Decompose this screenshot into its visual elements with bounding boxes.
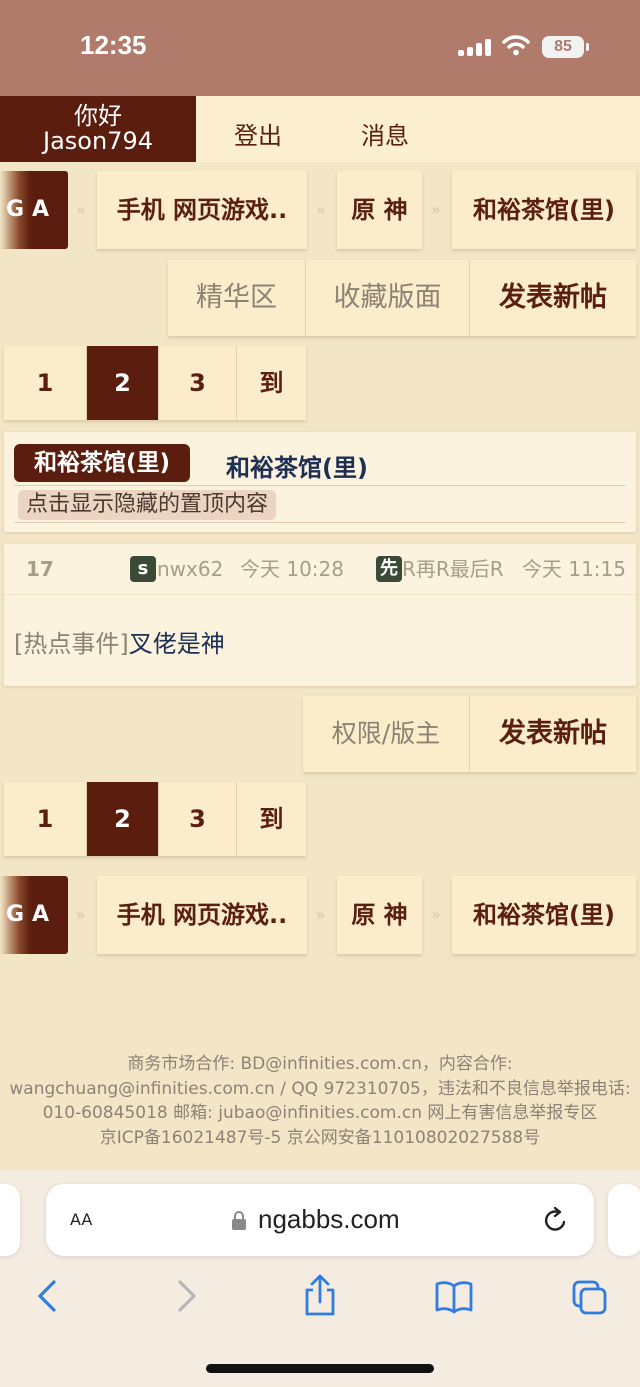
page-1-button[interactable]: 1 [4, 346, 86, 420]
page-2-button[interactable]: 2 [86, 782, 158, 856]
page-3-button[interactable]: 3 [158, 782, 236, 856]
url-domain: ngabbs.com [258, 1204, 400, 1234]
text-size-label: AA [70, 1210, 93, 1229]
breadcrumb-separator: » [316, 905, 326, 924]
topic-title-text: 叉佬是神 [128, 630, 225, 658]
forum-info-panel: 和裕茶馆(里) 和裕茶馆(里) 点击显示隐藏的置顶内容 [4, 432, 636, 532]
reply-count: 17 [26, 557, 54, 581]
pager: 1 2 3 到 [4, 346, 306, 420]
breadcrumb-bottom: GA » 手机 网页游戏.. » 原 神 » 和裕茶馆(里) [0, 876, 640, 954]
digest-button[interactable]: 精华区 [168, 260, 305, 336]
breadcrumb-item-forum[interactable]: 和裕茶馆(里) [452, 171, 636, 249]
breadcrumb-item-genshin[interactable]: 原 神 [337, 876, 422, 954]
site-logo[interactable]: GA [0, 876, 68, 954]
pager-bottom: 1 2 3 到 [4, 782, 306, 856]
last-reply-time: 今天 11:15 [522, 557, 626, 581]
breadcrumb-item-mobile-web-games[interactable]: 手机 网页游戏.. [97, 876, 307, 954]
favorite-forum-button[interactable]: 收藏版面 [305, 260, 469, 336]
permissions-moderators-button[interactable]: 权限/版主 [303, 696, 469, 772]
divider [4, 594, 636, 595]
username: Jason794 [43, 127, 153, 155]
wifi-icon [502, 35, 530, 56]
reload-icon[interactable] [542, 1206, 570, 1234]
address-bar[interactable]: AA ngabbs.com [46, 1184, 594, 1256]
breadcrumb-separator: » [431, 200, 441, 219]
lock-icon [232, 1211, 246, 1230]
messages-link[interactable]: 消息 [361, 116, 409, 151]
breadcrumb-separator: » [316, 200, 326, 219]
site-logo[interactable]: GA [0, 171, 68, 249]
footer-line: 商务市场合作: BD@infinities.com.cn，内容合作: [127, 1054, 513, 1074]
logout-link[interactable]: 登出 [234, 116, 282, 151]
status-time: 12:35 [80, 30, 147, 60]
page-3-button[interactable]: 3 [158, 346, 236, 420]
forum-name-link[interactable]: 和裕茶馆(里) [226, 448, 368, 483]
breadcrumb-item-mobile-web-games[interactable]: 手机 网页游戏.. [97, 171, 307, 249]
goto-page-button[interactable]: 到 [236, 782, 306, 856]
author-badge: s [130, 556, 156, 582]
browser-toolbar: AA ngabbs.com [0, 1170, 640, 1387]
topic-row[interactable]: 17 s nwx62 今天 10:28 先 R再R最后R 今天 11:15 [热… [4, 544, 636, 686]
user-menu[interactable]: 你好 Jason794 [0, 96, 196, 162]
page-1-button[interactable]: 1 [4, 782, 86, 856]
footer: 商务市场合作: BD@infinities.com.cn，内容合作: wangc… [0, 1052, 640, 1150]
forward-icon[interactable] [166, 1274, 206, 1318]
breadcrumb-item-genshin[interactable]: 原 神 [337, 171, 422, 249]
breadcrumb-item-forum[interactable]: 和裕茶馆(里) [452, 876, 636, 954]
top-nav: 你好 Jason794 登出 消息 [0, 96, 640, 162]
post-time: 今天 10:28 [240, 557, 344, 581]
divider [14, 522, 626, 523]
battery-tip [586, 43, 589, 51]
footer-line: 010-60845018 邮箱: jubao@infinities.com.cn… [42, 1103, 598, 1123]
previous-tab-card[interactable] [0, 1184, 20, 1256]
divider [14, 485, 626, 486]
last-reply-badge: 先 [376, 556, 402, 582]
tabs-icon[interactable] [570, 1274, 610, 1318]
footer-line: 京ICP备16021487号-5 京公网安备11010802027588号 [99, 1127, 541, 1148]
show-pinned-toggle[interactable]: 点击显示隐藏的置顶内容 [18, 490, 277, 520]
goto-page-button[interactable]: 到 [236, 346, 306, 420]
greeting: 你好 [74, 102, 122, 130]
page-2-button[interactable]: 2 [86, 346, 158, 420]
bookmarks-icon[interactable] [434, 1274, 474, 1318]
share-icon[interactable] [300, 1274, 340, 1318]
breadcrumb-separator: » [431, 905, 441, 924]
next-tab-card[interactable] [608, 1184, 640, 1256]
back-icon[interactable] [28, 1274, 68, 1318]
breadcrumb-separator: » [76, 200, 86, 219]
forum-tag[interactable]: 和裕茶馆(里) [14, 444, 191, 482]
last-replier[interactable]: R再R最后R [402, 556, 504, 582]
forum-actions: 精华区 收藏版面 发表新帖 [168, 260, 636, 336]
status-bar: 12:35 85 [0, 0, 640, 96]
battery-icon: 85 [542, 36, 584, 58]
new-post-button-bottom[interactable]: 发表新帖 [469, 696, 636, 772]
footer-line: wangchuang@infinities.com.cn / QQ 972310… [9, 1078, 631, 1099]
home-indicator[interactable] [206, 1364, 434, 1373]
breadcrumb-separator: » [76, 905, 86, 924]
topic-category: [热点事件] [14, 630, 129, 658]
signal-icon [458, 38, 492, 56]
new-post-button[interactable]: 发表新帖 [469, 260, 636, 336]
breadcrumb: GA » 手机 网页游戏.. » 原 神 » 和裕茶馆(里) [0, 171, 640, 249]
author-name[interactable]: nwx62 [157, 556, 223, 582]
topic-title[interactable]: [热点事件]叉佬是神 [14, 624, 225, 659]
forum-actions-bottom: 权限/版主 发表新帖 [303, 696, 636, 772]
text-size-button[interactable]: AA [70, 1206, 92, 1231]
